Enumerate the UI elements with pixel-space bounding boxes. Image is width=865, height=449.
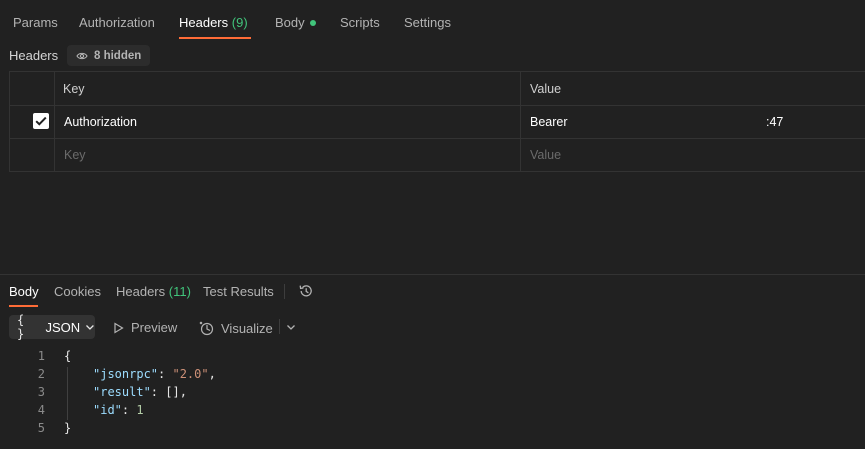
column-header-value: Value xyxy=(530,82,562,96)
json-value: 1 xyxy=(136,403,144,417)
tab-body[interactable]: Body xyxy=(275,15,316,30)
preview-label: Preview xyxy=(131,320,178,335)
line-number: 1 xyxy=(37,349,45,363)
table-border xyxy=(9,72,10,171)
header-value-cell[interactable]: Bearer xyxy=(530,115,568,129)
json-key: "jsonrpc" xyxy=(93,367,159,381)
json-key: "id" xyxy=(93,403,122,417)
chevron-down-icon[interactable] xyxy=(286,323,296,331)
code-brace-close: } xyxy=(64,421,72,435)
tab-params[interactable]: Params xyxy=(13,15,58,30)
response-tab-cookies[interactable]: Cookies xyxy=(54,284,101,299)
body-indicator-dot xyxy=(309,19,316,26)
active-response-tab-indicator xyxy=(9,305,38,307)
line-number: 4 xyxy=(37,403,45,417)
table-row-empty: Key Value xyxy=(9,138,865,171)
play-icon xyxy=(114,321,124,334)
tab-body-label: Body xyxy=(275,15,305,30)
header-key-cell[interactable]: Authorization xyxy=(64,115,137,129)
visualize-label: Visualize xyxy=(221,320,273,336)
request-tabs: Params Authorization Headers (9) Body Sc… xyxy=(0,0,865,44)
chevron-down-icon xyxy=(86,325,94,330)
table-header-row: Key Value xyxy=(9,72,865,106)
toolbar-separator xyxy=(279,319,280,334)
checkmark-icon xyxy=(35,116,47,126)
code-line: "id": 1 xyxy=(93,403,144,417)
new-value-input[interactable]: Value xyxy=(530,148,561,162)
response-tab-headers-label: Headers xyxy=(116,284,166,299)
code-line: "result": [], xyxy=(93,385,187,399)
visualize-icon xyxy=(199,321,214,336)
json-separator: : xyxy=(121,403,137,417)
hidden-headers-label: 8 hidden xyxy=(94,49,142,62)
line-number: 2 xyxy=(37,367,45,381)
eye-icon xyxy=(76,52,88,59)
code-line: "jsonrpc": "2.0", xyxy=(93,367,216,381)
json-separator: : xyxy=(158,367,173,381)
braces-icon: { } xyxy=(17,313,25,341)
headers-section-title: Headers xyxy=(9,48,59,63)
column-divider xyxy=(520,72,521,171)
response-tab-test-results[interactable]: Test Results xyxy=(203,284,274,299)
tab-headers-label: Headers xyxy=(179,15,229,30)
tab-scripts[interactable]: Scripts xyxy=(340,15,380,30)
new-key-input[interactable]: Key xyxy=(64,148,86,162)
response-headers-count: (11) xyxy=(168,284,191,299)
table-row: Authorization Bearer :47 xyxy=(9,105,865,139)
line-number: 3 xyxy=(37,385,45,399)
code-brace-open: { xyxy=(64,349,72,363)
response-tab-headers[interactable]: Headers (11) xyxy=(116,284,191,299)
tab-settings[interactable]: Settings xyxy=(404,15,451,30)
indent-guide xyxy=(67,367,68,420)
tab-authorization[interactable]: Authorization xyxy=(79,15,155,30)
response-tab-body[interactable]: Body xyxy=(9,284,39,299)
line-number: 5 xyxy=(37,421,45,435)
active-tab-indicator xyxy=(179,37,251,39)
tab-headers[interactable]: Headers (9) xyxy=(179,15,248,30)
redacted-token xyxy=(581,113,767,131)
hidden-headers-toggle[interactable]: 8 hidden xyxy=(67,45,150,66)
tab-separator xyxy=(284,284,285,299)
history-icon[interactable] xyxy=(298,283,314,299)
headers-table: Key Value Authorization Bearer :47 Key V… xyxy=(9,71,865,172)
column-header-key: Key xyxy=(63,82,85,96)
json-trail: , xyxy=(179,385,187,399)
preview-button[interactable]: Preview xyxy=(113,320,177,335)
json-value: "2.0" xyxy=(172,367,209,381)
header-value-suffix: :47 xyxy=(766,115,784,129)
tab-headers-count: (9) xyxy=(231,15,248,30)
json-separator: : xyxy=(150,385,166,399)
json-trail: , xyxy=(208,367,216,381)
format-select-label: JSON xyxy=(45,319,81,335)
format-select[interactable]: { } JSON xyxy=(9,313,95,341)
column-divider xyxy=(54,72,55,171)
visualize-button[interactable]: Visualize xyxy=(198,320,273,336)
json-key: "result" xyxy=(93,385,151,399)
json-value: [] xyxy=(165,385,180,399)
pane-splitter[interactable] xyxy=(0,274,865,275)
header-enabled-checkbox[interactable] xyxy=(33,113,49,129)
